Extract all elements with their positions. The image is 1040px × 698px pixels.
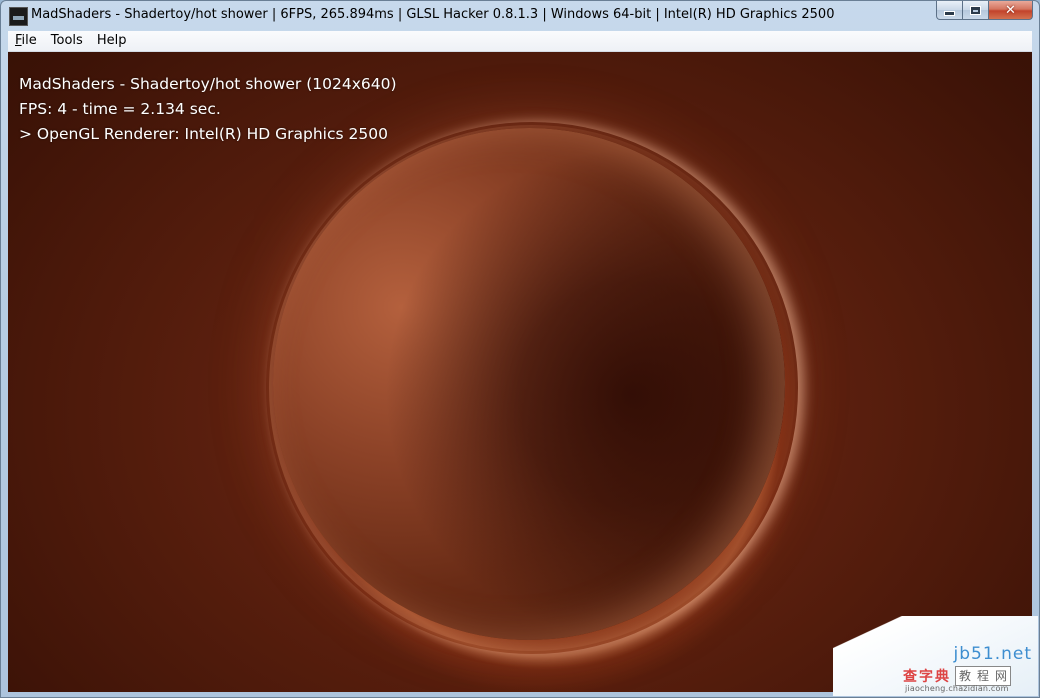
- window-title: MadShaders - Shadertoy/hot shower | 6FPS…: [31, 7, 835, 22]
- watermark-char: 查: [903, 669, 917, 685]
- overlay-fps: FPS: 4 - time = 2.134 sec.: [19, 100, 221, 118]
- app-window: MadShaders - Shadertoy/hot shower | 6FPS…: [0, 0, 1040, 698]
- watermark: jb51.net 查 字 典 教 程 网 jiaocheng.chazidian…: [833, 616, 1038, 696]
- overlay-info: MadShaders - Shadertoy/hot shower (1024x…: [19, 72, 397, 147]
- menu-file-label: ile: [21, 33, 37, 48]
- maximize-icon: [970, 5, 981, 15]
- menu-file[interactable]: File: [8, 31, 44, 51]
- render-viewport[interactable]: MadShaders - Shadertoy/hot shower (1024x…: [8, 52, 1032, 692]
- close-icon: ✕: [1005, 2, 1016, 18]
- window-controls: ✕: [936, 1, 1033, 21]
- title-bar[interactable]: MadShaders - Shadertoy/hot shower | 6FPS…: [1, 1, 1039, 31]
- planet-render: [273, 128, 785, 640]
- overlay-renderer: > OpenGL Renderer: Intel(R) HD Graphics …: [19, 125, 388, 143]
- overlay-shader-name: MadShaders - Shadertoy/hot shower (1024x…: [19, 75, 397, 93]
- watermark-site: jb51.net: [953, 644, 1032, 664]
- maximize-button[interactable]: [963, 1, 989, 20]
- watermark-box-char: 教: [959, 669, 972, 683]
- watermark-char: 典: [935, 669, 949, 685]
- minimize-icon: [944, 10, 955, 16]
- watermark-logo: 查 字 典 教 程 网: [903, 666, 1012, 686]
- watermark-char: 字: [919, 669, 933, 685]
- menu-bar: File Tools Help: [8, 31, 1032, 52]
- watermark-url: jiaocheng.chazidian.com: [905, 684, 1009, 693]
- menu-tools[interactable]: Tools: [44, 31, 90, 51]
- close-button[interactable]: ✕: [989, 1, 1033, 20]
- watermark-box-char: 网: [995, 669, 1008, 683]
- watermark-box-char: 程: [977, 669, 990, 683]
- watermark-box: 教 程 网: [955, 666, 1012, 686]
- menu-help[interactable]: Help: [90, 31, 134, 51]
- minimize-button[interactable]: [936, 1, 963, 20]
- app-icon[interactable]: [9, 7, 28, 26]
